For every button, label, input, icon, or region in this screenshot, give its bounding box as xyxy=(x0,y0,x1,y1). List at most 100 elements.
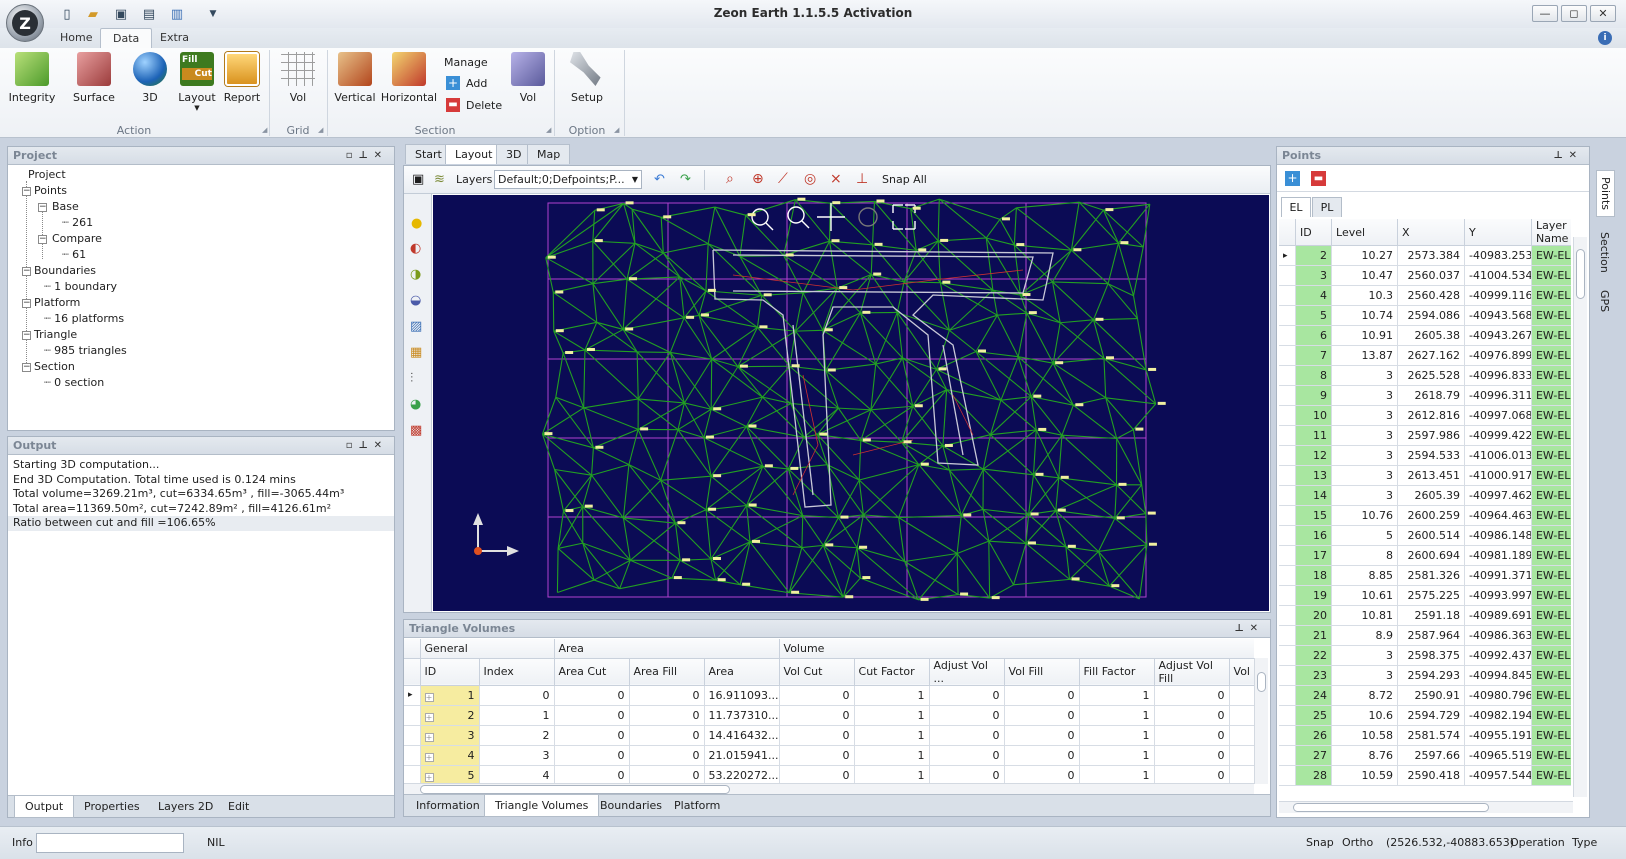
table-row[interactable]: 20 10.81 2591.18 -40989.691 EW-EL xyxy=(1279,605,1571,626)
tab-platform[interactable]: Platform xyxy=(664,795,730,817)
column-header[interactable]: Area Cut xyxy=(554,658,630,686)
table-row[interactable]: 8 3 2625.528 -40996.833 EW-EL xyxy=(1279,365,1571,386)
side-tab-section[interactable]: Section xyxy=(1596,226,1613,279)
delete-point-icon[interactable]: ▬ xyxy=(1311,171,1326,186)
table-row[interactable]: +3 2 0 0 14.416432... 0 1 0 0 1 0 xyxy=(404,725,1254,746)
horizontal-section-button[interactable]: Horizontal xyxy=(381,52,437,116)
help-icon[interactable]: i xyxy=(1598,31,1612,45)
snap-toggle[interactable]: Snap xyxy=(1306,836,1334,849)
table-row[interactable]: 4 10.3 2560.428 -40999.116 EW-EL xyxy=(1279,285,1571,306)
expand-icon[interactable]: + xyxy=(424,732,434,742)
vertical-scrollbar[interactable] xyxy=(1573,237,1587,797)
surface-color-icon[interactable]: ◕ xyxy=(410,397,421,412)
table-row[interactable]: +2 1 0 0 11.737310... 0 1 0 0 1 0 xyxy=(404,705,1254,726)
tab-el[interactable]: EL xyxy=(1281,197,1311,217)
column-header[interactable]: X xyxy=(1397,219,1465,246)
table-row[interactable]: 22 3 2598.375 -40992.437 EW-EL xyxy=(1279,645,1571,666)
tab-data[interactable]: Data xyxy=(100,28,153,48)
maximize-button[interactable]: ◻ xyxy=(1561,5,1587,22)
contour-icon[interactable]: ▨ xyxy=(410,319,422,334)
table-row[interactable]: +4 3 0 0 21.015941... 0 1 0 0 1 0 xyxy=(404,745,1254,766)
light-bulb-icon[interactable]: ● xyxy=(411,216,422,231)
app-logo[interactable]: Z xyxy=(6,4,44,42)
column-header[interactable]: Y xyxy=(1464,219,1532,246)
side-tab-points[interactable]: Points xyxy=(1596,170,1615,218)
chart-icon[interactable]: ⫶ xyxy=(410,371,413,386)
panel-controls[interactable]: ▫⊥✕ xyxy=(346,437,388,455)
table-row[interactable]: 17 8 2600.694 -40981.189 EW-EL xyxy=(1279,545,1571,566)
collapse-icon[interactable]: − xyxy=(22,331,31,340)
column-header[interactable]: Fill Factor xyxy=(1079,658,1155,686)
snap-all-button[interactable]: Snap All xyxy=(882,173,927,186)
report-button[interactable]: Report xyxy=(220,52,264,116)
surface-button[interactable]: Surface xyxy=(70,52,118,116)
expand-icon[interactable]: + xyxy=(424,772,434,782)
column-header[interactable]: ID xyxy=(1295,219,1333,246)
tab-boundaries[interactable]: Boundaries xyxy=(590,795,672,817)
column-header[interactable]: Adjust Vol Fill xyxy=(1154,658,1230,686)
column-header[interactable]: Index xyxy=(479,658,555,686)
panel-controls[interactable]: ▫⊥✕ xyxy=(346,147,388,165)
snap-perpendicular-icon[interactable]: ⊥ xyxy=(856,171,868,187)
platform-icon[interactable]: ◑ xyxy=(410,267,421,282)
tree-item-boundaries[interactable]: Boundaries xyxy=(34,263,96,279)
tree-item-section[interactable]: Section xyxy=(34,359,75,375)
collapse-icon[interactable]: − xyxy=(22,267,31,276)
grid-layout-icon[interactable]: ▦ xyxy=(410,345,422,360)
collapse-icon[interactable]: − xyxy=(38,235,47,244)
collapse-icon[interactable]: − xyxy=(22,363,31,372)
table-row[interactable]: ▸ 2 10.27 2573.384 -40983.253 EW-EL xyxy=(1279,245,1571,266)
column-header[interactable]: Vol Fill xyxy=(1004,658,1080,686)
3d-button[interactable]: 3D xyxy=(130,52,170,116)
snap-circle-icon[interactable]: ◎ xyxy=(804,171,816,187)
table-row[interactable]: 24 8.72 2590.91 -40980.796 EW-EL xyxy=(1279,685,1571,706)
column-header[interactable]: Cut Factor xyxy=(854,658,930,686)
add-button[interactable]: + Add xyxy=(446,76,487,90)
column-header[interactable]: Vol xyxy=(1229,658,1254,686)
table-row[interactable]: 12 3 2594.533 -41006.013 EW-EL xyxy=(1279,445,1571,466)
tab-layers-2d[interactable]: Layers 2D xyxy=(148,796,223,818)
table-row[interactable]: 15 10.76 2600.259 -40964.463 EW-EL xyxy=(1279,505,1571,526)
grid-vol-button[interactable]: Vol xyxy=(278,52,318,116)
column-header[interactable]: Area xyxy=(704,658,780,686)
column-header[interactable]: Layer Name xyxy=(1531,219,1571,246)
table-row[interactable]: 10 3 2612.816 -40997.068 EW-EL xyxy=(1279,405,1571,426)
table-row[interactable]: 21 8.9 2587.964 -40986.363 EW-EL xyxy=(1279,625,1571,646)
info-field[interactable] xyxy=(36,833,184,853)
tab-edit[interactable]: Edit xyxy=(218,796,259,818)
redo-icon[interactable]: ↷ xyxy=(680,172,691,187)
table-row[interactable]: 11 3 2597.986 -40999.422 EW-EL xyxy=(1279,425,1571,446)
table-row[interactable]: 28 10.59 2590.418 -40957.544 EW-EL xyxy=(1279,765,1571,786)
undo-icon[interactable]: ↶ xyxy=(654,172,665,187)
boundary-icon[interactable]: ◐ xyxy=(410,241,421,256)
vertical-section-button[interactable]: Vertical xyxy=(334,52,376,116)
table-row[interactable]: 19 10.61 2575.225 -40993.997 EW-EL xyxy=(1279,585,1571,606)
tree-item-compare[interactable]: Compare xyxy=(52,231,102,247)
tab-layout[interactable]: Layout xyxy=(445,144,503,164)
close-button[interactable]: ✕ xyxy=(1590,5,1616,22)
snap-intersection-icon[interactable]: ⨯ xyxy=(830,171,842,187)
band-volume[interactable]: Volume xyxy=(779,639,1254,659)
tree-item-base[interactable]: Base xyxy=(52,199,79,215)
table-row[interactable]: 5 10.74 2594.086 -40943.568 EW-EL xyxy=(1279,305,1571,326)
table-row[interactable]: 3 10.47 2560.037 -41004.534 EW-EL xyxy=(1279,265,1571,286)
table-row[interactable]: 18 8.85 2581.326 -40991.371 EW-EL xyxy=(1279,565,1571,586)
band-area[interactable]: Area xyxy=(554,639,780,659)
table-row[interactable]: 23 3 2594.293 -40994.845 EW-EL xyxy=(1279,665,1571,686)
expand-icon[interactable]: + xyxy=(424,692,434,702)
table-row[interactable]: 27 8.76 2597.66 -40965.519 EW-EL xyxy=(1279,745,1571,766)
tree-item-project[interactable]: Project xyxy=(28,167,66,183)
band-general[interactable]: General xyxy=(420,639,555,659)
column-header[interactable]: Level xyxy=(1331,219,1398,246)
table-row[interactable]: 6 10.91 2605.38 -40943.267 EW-EL xyxy=(1279,325,1571,346)
layers-icon[interactable]: ≋ xyxy=(434,172,445,187)
ortho-toggle[interactable]: Ortho xyxy=(1342,836,1373,849)
column-header[interactable]: ID xyxy=(420,658,480,686)
snap-center-icon[interactable]: ⊕ xyxy=(752,171,764,187)
column-header[interactable]: Adjust Vol ... xyxy=(929,658,1005,686)
panel-controls[interactable]: ⊥✕ xyxy=(1553,147,1583,165)
column-header[interactable]: Vol Cut xyxy=(779,658,855,686)
tab-output[interactable]: Output xyxy=(14,796,75,818)
tree-item-triangle[interactable]: Triangle xyxy=(34,327,77,343)
panel-controls[interactable]: ⊥✕ xyxy=(1234,620,1264,638)
